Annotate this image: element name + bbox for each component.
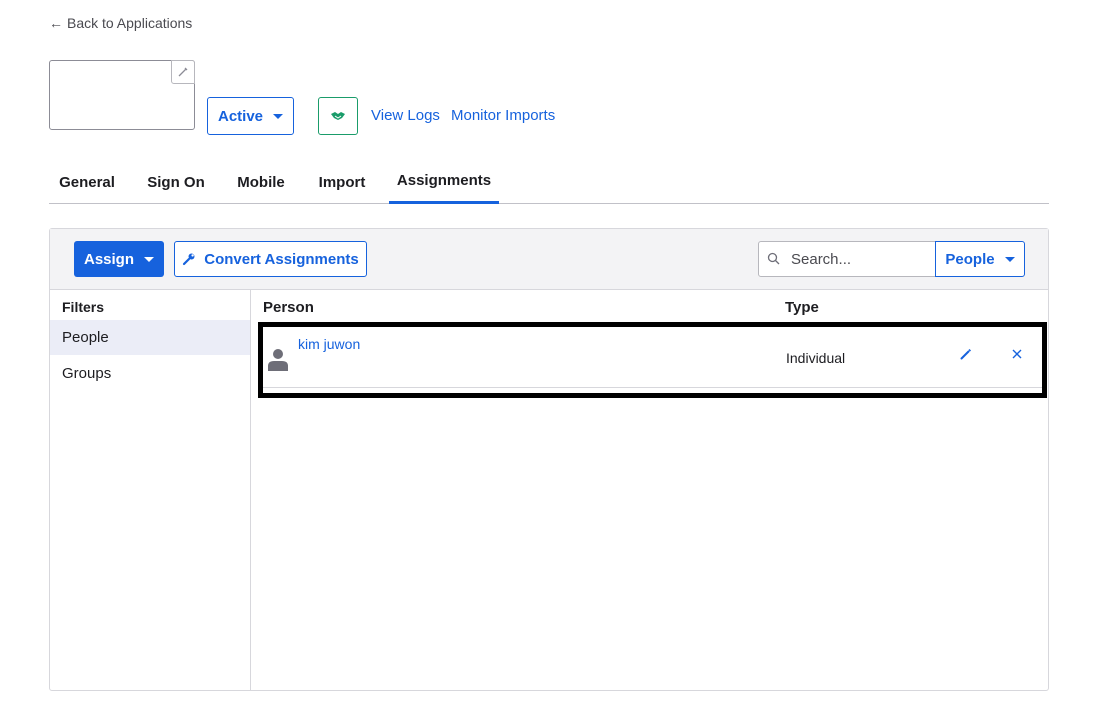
convert-assignments-button[interactable]: Convert Assignments: [174, 241, 367, 277]
remove-assignment-button[interactable]: [1007, 344, 1027, 364]
tab-assignments[interactable]: Assignments: [389, 160, 499, 204]
edit-assignment-button[interactable]: [956, 344, 976, 364]
filters-title: Filters: [62, 299, 105, 315]
handshake-icon: [331, 112, 345, 120]
pencil-icon: [960, 348, 972, 360]
table-row: kim juwon Individual: [258, 322, 1047, 398]
app-tabs: General Sign On Mobile Import Assignment…: [49, 160, 1049, 204]
assign-button[interactable]: Assign: [74, 241, 164, 277]
back-link-label: Back to Applications: [67, 15, 193, 31]
assignments-toolbar: Assign Convert Assignments People: [50, 229, 1048, 290]
logo-edit-button[interactable]: [171, 60, 195, 84]
monitor-imports-link[interactable]: Monitor Imports: [451, 107, 555, 124]
assignment-type: Individual: [786, 350, 846, 366]
provisioning-button[interactable]: [318, 97, 358, 135]
caret-down-icon: [1004, 256, 1015, 262]
filter-item-groups[interactable]: Groups: [50, 356, 250, 391]
search-input[interactable]: [791, 250, 921, 268]
view-logs-link[interactable]: View Logs: [371, 107, 440, 124]
filters-sidebar: Filters People Groups: [50, 290, 251, 690]
app-logo-placeholder: [49, 60, 195, 130]
close-icon: [1012, 349, 1022, 359]
arrow-left-icon: ←: [49, 15, 63, 31]
tab-import[interactable]: Import: [307, 160, 377, 204]
tab-mobile[interactable]: Mobile: [227, 160, 295, 204]
user-avatar-icon: [268, 349, 288, 371]
assignments-panel: Assign Convert Assignments People: [49, 228, 1049, 691]
search-icon: [767, 252, 781, 266]
status-label: Active: [217, 107, 264, 125]
search-box: [758, 241, 936, 277]
caret-down-icon: [273, 113, 284, 119]
filter-item-people[interactable]: People: [50, 320, 250, 355]
tab-sign-on[interactable]: Sign On: [137, 160, 215, 204]
column-header-type: Type: [785, 299, 819, 316]
tab-general[interactable]: General: [49, 160, 125, 204]
row-divider: [263, 387, 1042, 388]
search-type-dropdown[interactable]: People: [935, 241, 1025, 277]
convert-assignments-label: Convert Assignments: [204, 250, 359, 268]
assign-label: Assign: [83, 250, 134, 268]
column-header-person: Person: [263, 299, 314, 316]
caret-down-icon: [144, 256, 154, 262]
pencil-icon: [178, 67, 188, 77]
back-to-applications-link[interactable]: ← Back to Applications: [49, 15, 192, 31]
person-name-link[interactable]: kim juwon: [298, 336, 360, 352]
status-dropdown[interactable]: Active: [207, 97, 294, 135]
wrench-icon: [183, 253, 195, 266]
search-type-label: People: [945, 250, 995, 268]
